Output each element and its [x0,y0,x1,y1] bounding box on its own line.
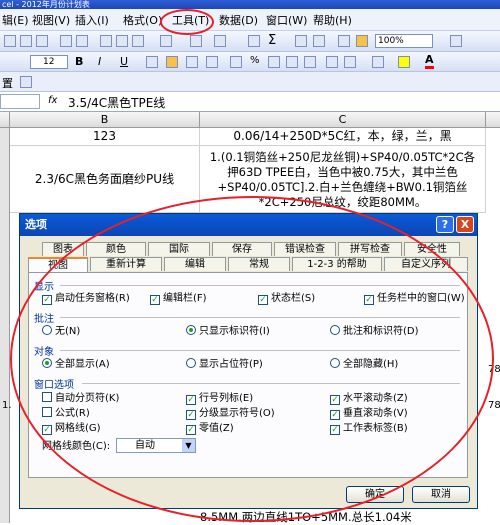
annotation-circle-tools [160,9,214,35]
percent-icon[interactable]: % [250,55,260,66]
formula-bar: fx 3.5/4C黑色TPE线 [0,92,500,112]
cell-b2[interactable]: 2.3/6C黑色务面磨纱PU线 [10,146,200,213]
menu-bar: 辑(E) 视图(V) 插入(I) 格式(O) 工具(T) 数据(D) 窗口(W)… [0,9,500,31]
align-right-icon[interactable] [186,56,198,68]
zoom-select[interactable]: 100% [375,34,433,48]
fill-color-icon[interactable] [398,56,410,68]
menu-data[interactable]: 数据(D) [219,12,258,28]
column-header-b[interactable]: B [10,112,200,128]
decrease-indent-icon[interactable] [326,56,338,68]
annotation-circle-dialog [10,196,494,522]
align-center-icon[interactable] [166,56,178,68]
window-title-bar: cel - 2012年月份计划表 [0,0,500,9]
italic-icon[interactable]: I [98,55,101,68]
toolbar-button-icon[interactable] [20,76,32,88]
menu-view[interactable]: 视图(V) [32,12,70,28]
sort-desc-icon[interactable] [313,35,325,47]
cancel-button[interactable]: 取消 [412,486,470,503]
column-header-c[interactable]: C [200,112,486,128]
autosum-icon[interactable]: Σ [268,33,276,48]
sort-asc-icon[interactable] [295,35,307,47]
cell-c1[interactable]: 0.06/14+250D*5C红，本，绿，兰，黑 [200,128,486,146]
help-button[interactable]: ? [436,216,454,233]
font-size-select[interactable]: 12 [30,55,68,69]
row-header-strip [0,128,10,523]
window-title: cel - 2012年月份计划表 [2,0,90,9]
preview-icon[interactable] [76,35,88,47]
formula-content[interactable]: 3.5/4C黑色TPE线 [68,94,165,111]
paste-icon[interactable] [132,35,144,47]
help-icon[interactable] [450,35,462,47]
cell-c2-line3: +SP40/0.05TC].2.白+兰色缠绕+BW0.1铜箔丝 [217,180,468,194]
drawing-icon[interactable] [356,35,368,47]
side-value-3: 78 [488,400,500,411]
menu-format[interactable]: 格式(O) [123,12,162,28]
standard-toolbar: Σ 100% [0,31,500,52]
bold-icon[interactable]: B [75,55,83,68]
row-header-corner[interactable] [0,112,10,128]
menu-help[interactable]: 帮助(H) [313,12,352,28]
save-icon[interactable] [36,35,48,47]
currency-icon[interactable] [230,56,242,68]
menu-window[interactable]: 窗口(W) [266,12,307,28]
fx-icon[interactable]: fx [48,95,57,106]
decrease-decimal-icon[interactable] [304,56,316,68]
new-icon[interactable] [4,35,16,47]
name-box[interactable] [0,94,40,109]
redo-icon[interactable] [214,35,226,47]
increase-decimal-icon[interactable] [286,56,298,68]
cell-b1[interactable]: 123 [10,128,200,146]
chart-wizard-icon[interactable] [338,35,350,47]
menu-insert[interactable]: 插入(I) [75,12,109,28]
cell-c2-line2: 押63D TPEE白，当色中被0.75大，其中兰色 [227,165,458,179]
secondary-toolbar: 置 [0,72,500,92]
increase-indent-icon[interactable] [344,56,356,68]
align-left-icon[interactable] [146,56,158,68]
comma-style-icon[interactable] [268,56,280,68]
cut-icon[interactable] [100,35,112,47]
borders-icon[interactable] [372,56,384,68]
format-painter-icon[interactable] [160,35,172,47]
formatting-toolbar: 12 B I U % A [0,52,500,72]
hyperlink-icon[interactable] [248,35,260,47]
underline-icon[interactable]: U [120,55,128,68]
close-button[interactable]: X [456,216,474,233]
copy-icon[interactable] [116,35,128,47]
cell-c2-line1: 1.(0.1铜箔丝+250尼龙丝铜)+SP40/0.05TC*2C各 [209,150,476,164]
font-color-icon[interactable]: A [425,54,434,69]
dialog-title: 选项 [25,218,47,231]
column-header-row: B C [0,112,500,128]
menu-edit[interactable]: 辑(E) [2,12,29,28]
print-icon[interactable] [60,35,72,47]
toolbar-label: 置 [2,77,13,90]
undo-icon[interactable] [190,35,202,47]
merge-center-icon[interactable] [206,56,218,68]
side-value-2: 1. [2,400,12,411]
open-icon[interactable] [20,35,32,47]
